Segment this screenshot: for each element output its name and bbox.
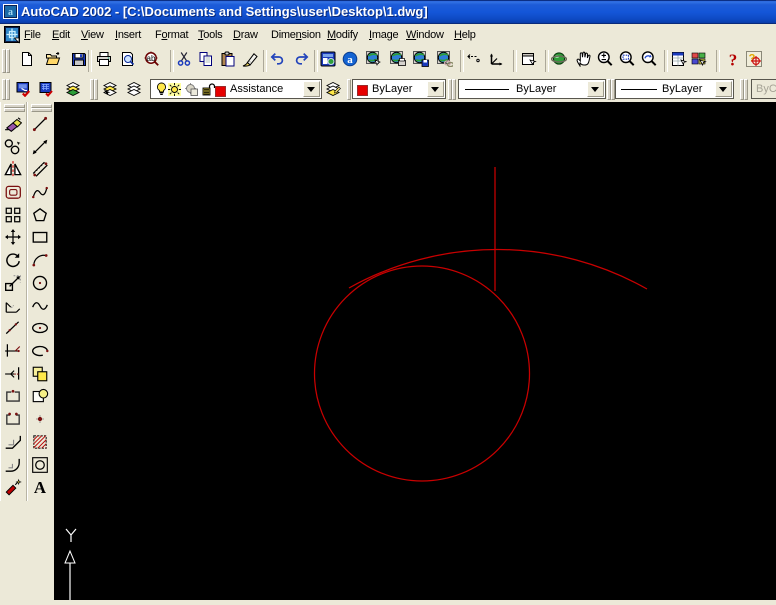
svg-text:ab: ab (147, 54, 156, 63)
svg-text:a: a (347, 54, 353, 66)
svg-text:?: ? (729, 51, 738, 67)
svg-text:a: a (8, 7, 13, 18)
svg-text:A: A (34, 478, 47, 496)
